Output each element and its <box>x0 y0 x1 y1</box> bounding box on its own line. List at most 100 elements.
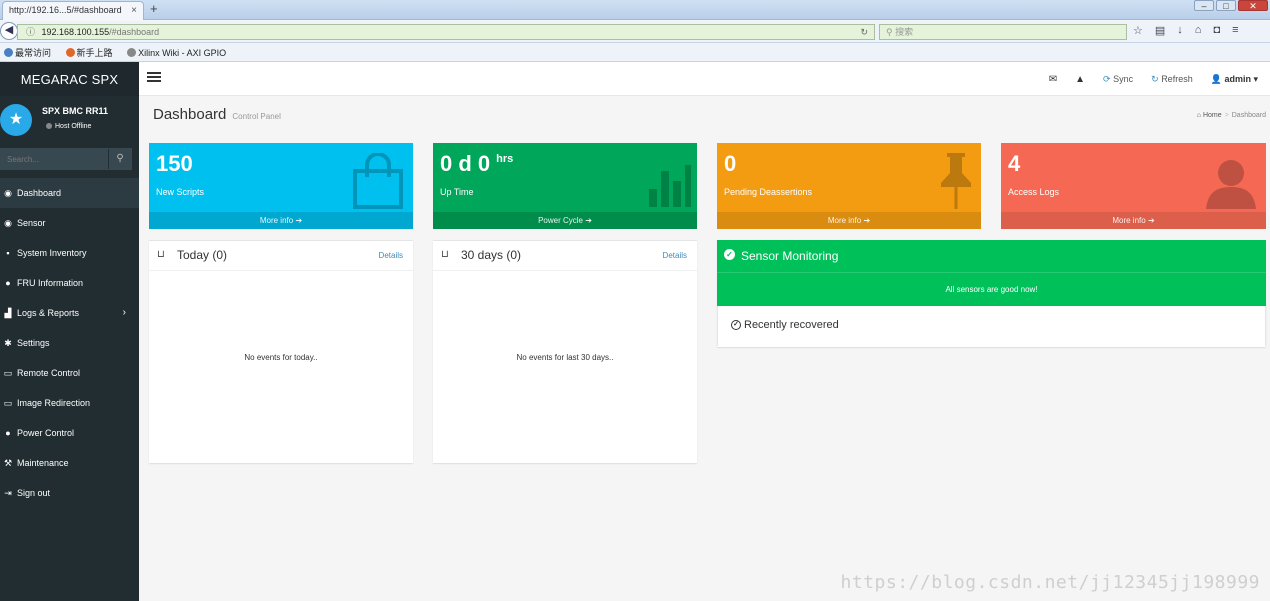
new-tab-button[interactable]: + <box>150 1 158 17</box>
tab-close-icon[interactable]: × <box>131 2 137 19</box>
sidebar-item-label: Image Redirection <box>17 398 91 408</box>
arrow-circle-right-icon: ➔ <box>295 216 303 225</box>
window-controls: – □ ✕ <box>1194 0 1268 11</box>
inventory-icon: ▪ <box>6 248 10 258</box>
user-menu[interactable]: 👤 admin ▾ <box>1211 74 1258 85</box>
brand-logo[interactable]: MEGARAC SPX <box>0 62 139 96</box>
events-30days-panel: ⊔ 30 days (0) Details No events for last… <box>433 240 697 463</box>
reading-list-icon[interactable]: ▤ <box>1155 24 1165 37</box>
user-name: admin <box>1224 73 1251 84</box>
user-icon <box>1206 160 1256 209</box>
host-status-label: Host Offline <box>55 123 92 130</box>
download-icon[interactable]: ↓ <box>1177 24 1183 37</box>
sensor-icon: ◉ <box>4 218 12 228</box>
panel-title: 30 days (0) <box>461 248 522 262</box>
home-icon[interactable]: ⌂ <box>1195 24 1202 37</box>
tab-title: http://192.16...5/#dashboard <box>9 5 122 15</box>
browser-menu-icon[interactable]: ≡ <box>1232 24 1238 37</box>
refresh-icon: ↻ <box>1151 73 1159 84</box>
sidebar-item-label: Maintenance <box>17 458 69 468</box>
arrow-circle-right-icon: ➔ <box>863 216 871 225</box>
host-status: Host Offline <box>46 123 91 130</box>
sidebar-item-sign-out[interactable]: ⇥ Sign out <box>0 478 139 508</box>
refresh-button[interactable]: ↻ Refresh <box>1151 74 1193 85</box>
host-name: SPX BMC RR11 <box>42 106 109 116</box>
arrow-circle-right-icon: ➔ <box>1147 216 1155 225</box>
sidebar-item-label: Logs & Reports <box>17 308 80 318</box>
empty-message: No events for last 30 days.. <box>516 353 614 362</box>
bookmark-item[interactable]: 最常访问 <box>4 48 51 58</box>
watermark: https://blog.csdn.net/jj12345jj198999 <box>840 572 1260 593</box>
window-close-icon[interactable]: ✕ <box>1238 0 1268 11</box>
sidebar-menu: ◉ Dashboard ◉ Sensor ▪ System Inventory ● FR… <box>0 178 139 508</box>
arrow-circle-right-icon: ➔ <box>585 216 592 225</box>
warning-icon[interactable]: ▲ <box>1075 74 1085 85</box>
sidebar-item-power-control[interactable]: ● Power Control <box>0 418 139 448</box>
uptime-unit: hrs <box>496 153 514 165</box>
more-info-link[interactable]: More info ➔ <box>1001 212 1266 229</box>
sidebar-item-sensor[interactable]: ◉ Sensor <box>0 208 139 238</box>
sidebar-item-image-redirection[interactable]: ▭ Image Redirection <box>0 388 139 418</box>
inbox-icon: ⊔ <box>441 249 449 260</box>
sensor-status-message: All sensors are good now! <box>717 272 1266 306</box>
box-label: Up Time <box>440 187 474 197</box>
maximize-icon[interactable]: □ <box>1216 0 1236 11</box>
site-info-icon[interactable]: ⓘ <box>26 27 35 37</box>
top-bar: ✉ ▲ ⟳ Sync ↻ Refresh 👤 admin ▾ <box>139 62 1270 96</box>
main-content: Dashboard Control Panel ⌂ Home > Dashboard … <box>139 96 1270 601</box>
reload-icon[interactable]: ↻ <box>860 25 868 39</box>
sync-label: Sync <box>1113 73 1134 84</box>
power-cycle-link[interactable]: Power Cycle ➔ <box>433 212 697 229</box>
back-icon[interactable]: ◀ <box>0 22 18 40</box>
footer-label: Power Cycle <box>538 216 583 225</box>
sidebar-item-dashboard[interactable]: ◉ Dashboard <box>0 178 139 208</box>
sidebar-item-label: Sensor <box>17 218 46 228</box>
bar-chart-icon: ▟ <box>4 308 12 318</box>
check-circle-icon: ✓ <box>731 320 741 330</box>
more-info-link[interactable]: More info ➔ <box>149 212 413 229</box>
pocket-icon[interactable]: ◘ <box>1213 24 1220 37</box>
address-bar[interactable]: ⓘ 192.168.100.155/#dashboard ↻ <box>17 24 875 40</box>
box-value: 4 <box>1008 151 1021 176</box>
panel-header: ⊔ 30 days (0) Details <box>433 241 697 271</box>
envelope-icon[interactable]: ✉ <box>1049 74 1057 85</box>
hamburger-menu-icon[interactable] <box>147 70 161 84</box>
bookmark-item[interactable]: 新手上路 <box>65 48 113 58</box>
info-box-access-logs: 4 Access Logs More info ➔ <box>1001 143 1266 229</box>
more-info-link[interactable]: More info ➔ <box>717 212 981 229</box>
shopping-bag-icon <box>353 153 403 209</box>
bookmark-item[interactable]: Xilinx Wiki - AXI GPIO <box>127 48 226 58</box>
wrench-icon: ⚒ <box>3 458 13 468</box>
panel-title: Today (0) <box>177 248 228 262</box>
minimize-icon[interactable]: – <box>1194 0 1214 11</box>
panel-header: ✓ Sensor Monitoring <box>717 240 1266 272</box>
sidebar-item-maintenance[interactable]: ⚒ Maintenance <box>0 448 139 478</box>
box-value: 0 d 0 hrs <box>440 151 513 177</box>
sync-button[interactable]: ⟳ Sync <box>1103 74 1133 85</box>
browser-tab[interactable]: http://192.16...5/#dashboard × <box>2 1 144 20</box>
sidebar-item-label: Dashboard <box>17 188 62 198</box>
sidebar-search-input[interactable] <box>1 149 109 169</box>
browser-nav-bar: ◀ ⓘ 192.168.100.155/#dashboard ↻ ⚲ 搜索 ☆ … <box>0 21 1270 43</box>
sidebar-item-label: FRU Information <box>17 278 84 288</box>
sidebar-item-settings[interactable]: ✱ Settings <box>0 328 139 358</box>
panel-title: Sensor Monitoring <box>741 249 839 263</box>
url-path: /#dashboard <box>109 27 160 37</box>
sidebar-item-remote-control[interactable]: ▭ Remote Control <box>0 358 139 388</box>
details-link[interactable]: Details <box>379 251 403 260</box>
url-host: 192.168.100.155 <box>41 27 110 37</box>
search-icon: ⚲ <box>886 27 893 37</box>
browser-search-input[interactable]: ⚲ 搜索 <box>879 24 1127 40</box>
page-subtitle: Control Panel <box>232 112 281 121</box>
breadcrumb-home[interactable]: Home <box>1203 112 1222 119</box>
check-circle-icon: ✓ <box>724 249 735 260</box>
details-link[interactable]: Details <box>663 251 687 260</box>
sidebar-item-logs-reports[interactable]: ▟ Logs & Reports › <box>0 298 139 328</box>
bookmark-star-icon[interactable]: ☆ <box>1133 24 1143 37</box>
sidebar-item-system-inventory[interactable]: ▪ System Inventory <box>0 238 139 268</box>
page-title: Dashboard <box>153 106 227 123</box>
breadcrumb: ⌂ Home > Dashboard <box>1196 112 1266 119</box>
sidebar-item-fru-information[interactable]: ● FRU Information <box>0 268 139 298</box>
user-panel: ★ SPX BMC RR11 Host Offline <box>0 96 139 152</box>
search-button[interactable]: ⚲ <box>108 149 131 169</box>
